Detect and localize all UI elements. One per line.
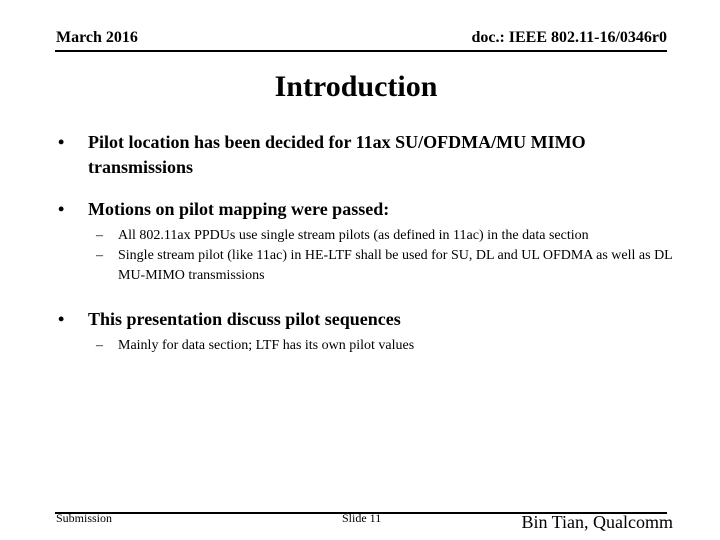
bullet-icon: •	[58, 309, 65, 329]
footer-author: Bin Tian, Qualcomm	[521, 512, 673, 532]
header-date: March 2016	[56, 29, 138, 46]
footer-slide-number: Slide 11	[342, 511, 382, 525]
slide-title: Introduction	[274, 70, 438, 103]
sub-bullet-group: – All 802.11ax PPDUs use single stream p…	[58, 226, 678, 286]
sub-bullet-group: – Mainly for data section; LTF has its o…	[58, 336, 678, 356]
bullet-icon: •	[58, 199, 65, 219]
bullet-item: • Pilot location has been decided for 11…	[58, 130, 678, 180]
dash-icon: –	[96, 338, 103, 353]
bullet-text: Pilot location has been decided for 11ax…	[88, 132, 586, 177]
bullet-item: • Motions on pilot mapping were passed:	[58, 197, 678, 222]
slide-content: • Pilot location has been decided for 11…	[58, 130, 678, 356]
dash-icon: –	[96, 228, 103, 243]
footer-submission: Submission	[56, 511, 113, 525]
sub-bullet-item: – Single stream pilot (like 11ac) in HE-…	[58, 246, 678, 286]
bullet-text: This presentation discuss pilot sequence…	[88, 309, 401, 329]
sub-bullet-text: All 802.11ax PPDUs use single stream pil…	[118, 228, 589, 243]
sub-bullet-item: – All 802.11ax PPDUs use single stream p…	[58, 226, 678, 246]
bullet-text: Motions on pilot mapping were passed:	[88, 199, 390, 219]
header-divider	[55, 50, 667, 52]
bullet-icon: •	[58, 132, 65, 152]
sub-bullet-text: Mainly for data section; LTF has its own…	[118, 338, 415, 353]
sub-bullet-item: – Mainly for data section; LTF has its o…	[58, 336, 678, 356]
dash-icon: –	[96, 248, 103, 263]
bullet-item: • This presentation discuss pilot sequen…	[58, 307, 678, 332]
header-doc-id: doc.: IEEE 802.11-16/0346r0	[471, 29, 667, 46]
sub-bullet-text: Single stream pilot (like 11ac) in HE-LT…	[118, 248, 673, 283]
